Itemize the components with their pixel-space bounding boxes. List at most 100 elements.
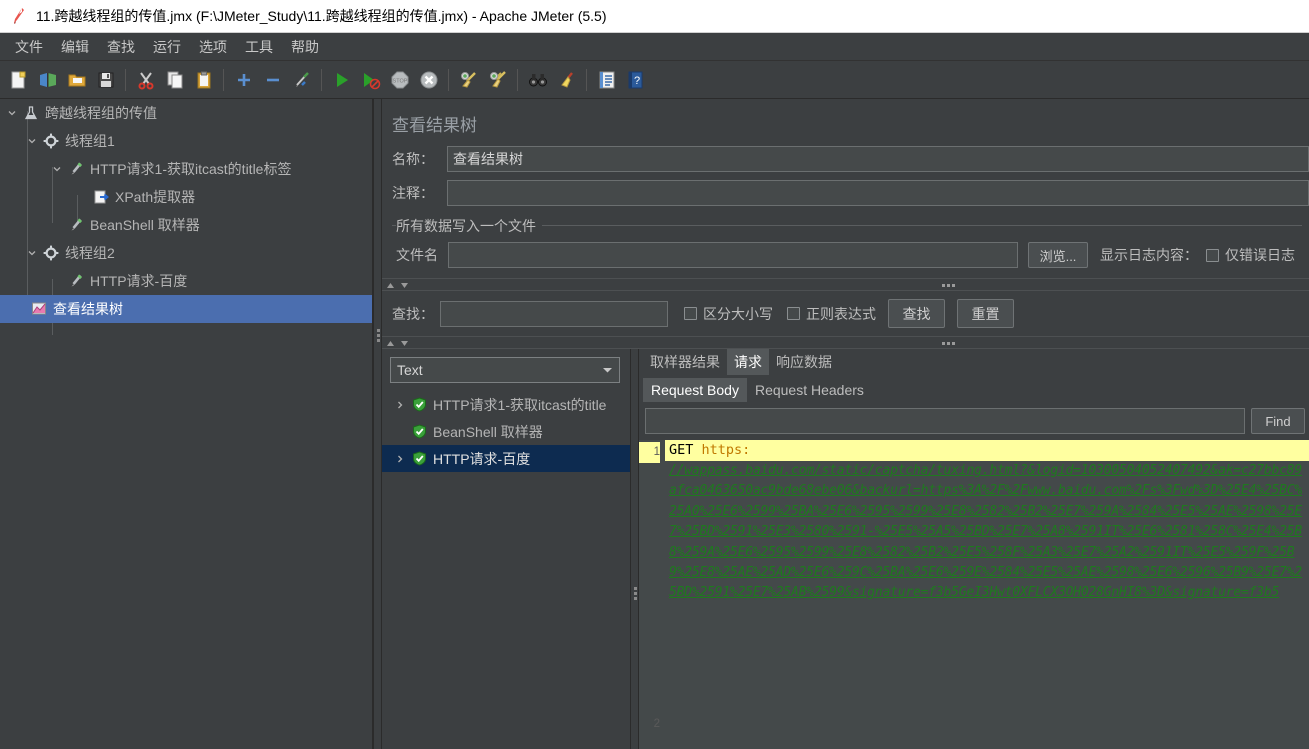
play-green-icon[interactable] (328, 65, 355, 95)
menu-bar: 文件 编辑 查找 运行 选项 工具 帮助 (0, 33, 1309, 61)
chevron-down-icon (603, 368, 612, 373)
tab-request[interactable]: 请求 (727, 349, 769, 375)
tab-request-body[interactable]: Request Body (643, 378, 747, 402)
comment-input[interactable] (447, 180, 1309, 206)
chevron-down-icon[interactable] (2, 108, 22, 118)
tree-item-thread-group-2[interactable]: 线程组2 (0, 239, 372, 267)
play-no-timers-icon[interactable] (357, 65, 384, 95)
function-helper-icon[interactable] (593, 65, 620, 95)
splitter-grip[interactable] (942, 284, 955, 287)
menu-help[interactable]: 帮助 (282, 34, 328, 60)
clear-all-broom-icon[interactable] (484, 65, 511, 95)
view-results-tree-icon (30, 300, 48, 318)
results-tree-panel[interactable]: Text HTTP请求1-获取itcast的title BeanShell 取样… (382, 349, 630, 749)
chevron-right-icon[interactable] (390, 400, 410, 410)
result-item-http-request-1[interactable]: HTTP请求1-获取itcast的title (382, 391, 630, 418)
renderer-select-value: Text (397, 362, 423, 378)
horizontal-splitter-1[interactable] (382, 278, 1309, 291)
result-item-http-request-baidu[interactable]: HTTP请求-百度 (382, 445, 630, 472)
test-plan-tree[interactable]: 跨越线程组的传值 线程组1 HTTP请求1-获取itcast的title标签 X… (0, 99, 373, 749)
splitter-arrows[interactable] (386, 340, 409, 347)
toolbar-separator (223, 68, 224, 91)
splitter-grip[interactable] (942, 342, 955, 345)
request-body-text[interactable]: GET https: //wappass.baidu.com/static/ca… (665, 440, 1309, 749)
name-input[interactable]: 查看结果树 (447, 146, 1309, 172)
request-url: //wappass.baidu.com/static/captcha/tuxin… (669, 463, 1303, 601)
clear-broom-icon[interactable] (455, 65, 482, 95)
copy-icon[interactable] (161, 65, 188, 95)
beanshell-sampler-icon (67, 216, 85, 234)
find-button[interactable]: 查找 (888, 299, 945, 328)
toolbar-separator (125, 68, 126, 91)
result-item-label: HTTP请求1-获取itcast的title (433, 396, 607, 413)
content-find-button[interactable]: Find (1251, 408, 1305, 434)
element-editor-panel: 查看结果树 名称： 查看结果树 注释： 所有数据写入一个文件 文件名 浏览...… (382, 99, 1309, 749)
regex-label: 正则表达式 (806, 305, 876, 322)
tree-item-label: XPath提取器 (115, 189, 196, 205)
tab-request-headers[interactable]: Request Headers (747, 378, 872, 402)
shutdown-x-icon[interactable] (415, 65, 442, 95)
open-folder-icon[interactable] (63, 65, 90, 95)
horizontal-splitter-2[interactable] (382, 336, 1309, 349)
toggle-pencil-icon[interactable] (288, 65, 315, 95)
content-find-input[interactable] (645, 408, 1245, 434)
renderer-select[interactable]: Text (390, 357, 620, 383)
tab-response-data[interactable]: 响应数据 (769, 349, 839, 375)
chevron-down-icon[interactable] (22, 248, 42, 258)
search-row: 查找： 区分大小写 正则表达式 查找 重置 (382, 299, 1309, 328)
minus-icon[interactable] (259, 65, 286, 95)
new-document-icon[interactable] (5, 65, 32, 95)
tree-item-view-results-tree[interactable]: 查看结果树 (0, 295, 372, 323)
tab-sampler-result[interactable]: 取样器结果 (643, 349, 727, 375)
group-title-label: 所有数据写入一个文件 (396, 218, 542, 234)
line-number: 1 (639, 442, 660, 463)
tree-item-beanshell-sampler[interactable]: BeanShell 取样器 (0, 211, 372, 239)
tree-item-http-request-baidu[interactable]: HTTP请求-百度 (0, 267, 372, 295)
clipboard-paste-icon[interactable] (190, 65, 217, 95)
write-results-to-file-group: 所有数据写入一个文件 (392, 216, 1302, 236)
regex-checkbox[interactable] (787, 307, 800, 320)
line-number-spacer (639, 463, 660, 714)
save-disk-icon[interactable] (92, 65, 119, 95)
request-body-viewer[interactable]: 1 2 GET https: //wappass.baidu.com/stati… (639, 440, 1309, 749)
tree-item-http-request-1[interactable]: HTTP请求1-获取itcast的title标签 (0, 155, 372, 183)
scissors-icon[interactable] (132, 65, 159, 95)
plus-icon[interactable] (230, 65, 257, 95)
tree-item-thread-group-1[interactable]: 线程组1 (0, 127, 372, 155)
http-sampler-icon (67, 272, 85, 290)
reset-broom-icon[interactable] (553, 65, 580, 95)
window-titlebar: 11.跨越线程组的传值.jmx (F:\JMeter_Study\11.跨越线程… (0, 0, 1309, 33)
reset-button[interactable]: 重置 (957, 299, 1014, 328)
splitter-arrows[interactable] (386, 282, 409, 289)
success-shield-icon (410, 396, 428, 414)
splitter-grip[interactable] (377, 329, 380, 342)
binoculars-icon[interactable] (524, 65, 551, 95)
chevron-down-icon[interactable] (22, 136, 42, 146)
tree-item-xpath-extractor[interactable]: XPath提取器 (0, 183, 372, 211)
thread-group-icon (42, 132, 60, 150)
menu-run[interactable]: 运行 (144, 34, 190, 60)
case-sensitive-checkbox[interactable] (684, 307, 697, 320)
filename-input[interactable] (448, 242, 1018, 268)
menu-edit[interactable]: 编辑 (52, 34, 98, 60)
tree-item-test-plan[interactable]: 跨越线程组的传值 (0, 99, 372, 127)
menu-tools[interactable]: 工具 (236, 34, 282, 60)
chevron-down-icon[interactable] (47, 164, 67, 174)
tree-item-label: HTTP请求1-获取itcast的title标签 (90, 161, 292, 177)
splitter-grip[interactable] (634, 587, 637, 600)
chevron-right-icon[interactable] (390, 454, 410, 464)
errors-only-checkbox[interactable] (1206, 248, 1219, 262)
menu-file[interactable]: 文件 (6, 34, 52, 60)
collapse-up-icon (387, 283, 394, 288)
menu-options[interactable]: 选项 (190, 34, 236, 60)
results-splitter[interactable] (630, 349, 639, 749)
result-item-beanshell-sampler[interactable]: BeanShell 取样器 (382, 418, 630, 445)
tree-panel-splitter[interactable] (373, 99, 382, 749)
browse-button[interactable]: 浏览... (1028, 242, 1088, 268)
templates-icon[interactable] (34, 65, 61, 95)
menu-search[interactable]: 查找 (98, 34, 144, 60)
help-book-icon[interactable]: ? (622, 65, 649, 95)
tree-item-label: 线程组2 (65, 245, 115, 261)
stop-sign-icon[interactable]: STOP (386, 65, 413, 95)
search-input[interactable] (440, 300, 668, 327)
